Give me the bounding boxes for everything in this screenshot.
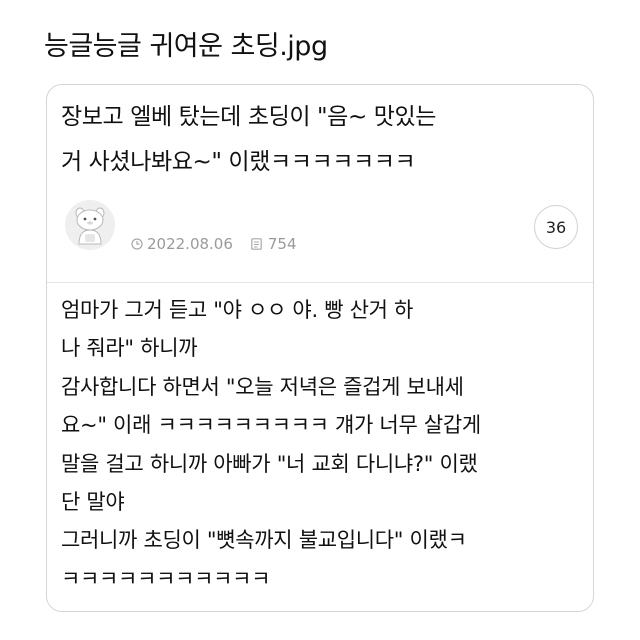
- post-meta: 2022.08.06 754: [131, 235, 297, 253]
- post-title[interactable]: 장보고 엘베 탔는데 초딩이 "음~ 맛있는 거 사셨나봐요~" 이랬ㅋㅋㅋㅋㅋ…: [61, 95, 585, 185]
- post-title-line-2: 거 사셨나봐요~" 이랬ㅋㅋㅋㅋㅋㅋㅋ: [61, 149, 416, 175]
- post-date: 2022.08.06: [147, 235, 233, 253]
- post-body-line: 감사합니다 하면서 "오늘 저녁은 즐겁게 보내세: [61, 374, 464, 399]
- post-views: 754: [267, 235, 297, 253]
- page-title: 능글능글 귀여운 초딩.jpg: [44, 31, 328, 62]
- views-icon: [251, 238, 262, 250]
- avatar[interactable]: [65, 200, 115, 250]
- post-body-line: 엄마가 그거 듣고 "야 ㅇㅇ 야. 빵 산거 하: [61, 298, 414, 322]
- post-card[interactable]: 장보고 엘베 탔는데 초딩이 "음~ 맛있는 거 사셨나봐요~" 이랬ㅋㅋㅋㅋㅋ…: [46, 84, 594, 612]
- divider: [47, 282, 593, 283]
- post-body-line: 단 말야: [61, 489, 125, 514]
- post-body-line: 말을 걸고 하니까 아빠가 "너 교회 다니냐?" 이랬: [61, 451, 478, 476]
- comment-count: 36: [545, 217, 567, 237]
- post-title-line-1: 장보고 엘베 탔는데 초딩이 "음~ 맛있는: [61, 104, 437, 130]
- clock-icon: [131, 238, 143, 250]
- post-body-line: 그러니까 초딩이 "뼛속까지 불교입니다" 이랬ㅋ: [61, 528, 467, 553]
- post-body: 엄마가 그거 듣고 "야 ㅇㅇ 야. 빵 산거 하 나 줘라" 하니까 감사합니…: [61, 291, 581, 598]
- comment-count-button[interactable]: 36: [534, 205, 578, 249]
- post-body-line: 요~" 이래 ㅋㅋㅋㅋㅋㅋㅋㅋㅋ 걔가 너무 살갑게: [61, 413, 481, 438]
- avatar-character-icon: [65, 200, 115, 250]
- screenshot-page: 능글능글 귀여운 초딩.jpg 장보고 엘베 탔는데 초딩이 "음~ 맛있는 거…: [0, 0, 640, 640]
- post-body-line: ㅋㅋㅋㅋㅋㅋㅋㅋㅋㅋㅋ: [61, 566, 271, 591]
- post-body-line: 나 줘라" 하니까: [61, 336, 198, 361]
